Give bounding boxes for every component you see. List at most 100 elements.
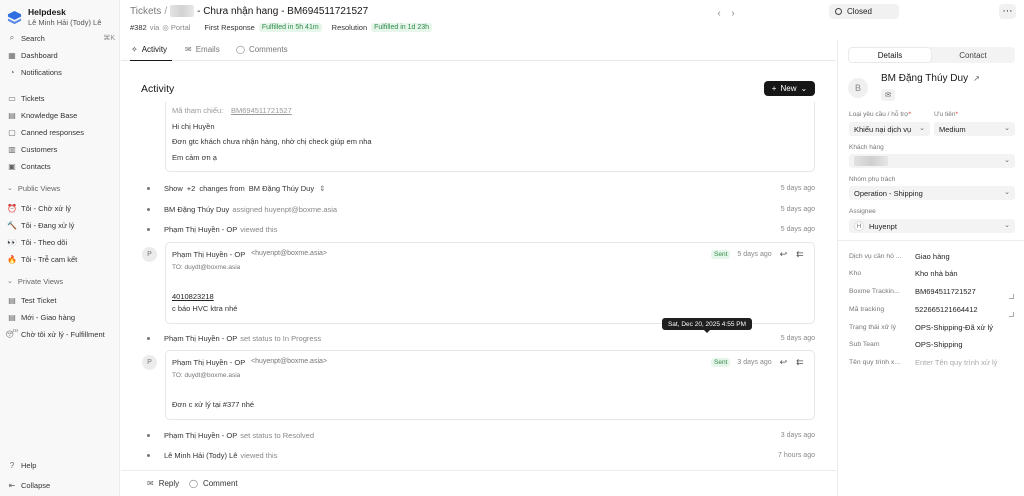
warehouse-field[interactable]: Kho nhà bán (915, 269, 958, 278)
resize-handle-icon[interactable] (1009, 312, 1014, 317)
private-views-toggle[interactable]: ⌄ Private Views (7, 274, 63, 288)
tab-label: Activity (141, 45, 168, 54)
brand[interactable]: Helpdesk Lê Minh Hải (Tody) Lê (7, 7, 101, 28)
reply-button[interactable]: ✉ Reply (147, 479, 179, 488)
reply-all-icon[interactable]: ⇇ (796, 249, 804, 260)
reply-icon[interactable]: ↩ (780, 357, 788, 368)
sidebar-item-knowledge-base[interactable]: ▤ Knowledge Base (7, 108, 115, 122)
request-type-select[interactable]: Khiếu nại dịch vụ ⌄ (849, 122, 930, 136)
view-label: Tôi - Chờ xử lý (21, 203, 71, 213)
email-body: Đơn c xử lý tại #377 nhé (172, 400, 255, 409)
chevron-down-icon: ⌄ (1004, 189, 1010, 196)
helpdesk-logo-icon (7, 10, 22, 25)
view-item[interactable]: 🔥 Tôi - Trễ cam kết (7, 252, 115, 266)
view-item[interactable]: 👀 Tôi - Theo dõi (7, 235, 115, 249)
view-item[interactable]: ▤ Mới - Giao hàng (7, 310, 115, 324)
sub-team-field[interactable]: OPS-Shipping (915, 340, 963, 349)
tab-label: Comments (248, 45, 288, 54)
new-button[interactable]: + New ⌄ (764, 81, 815, 96)
email-contact-icon[interactable]: ✉ (881, 89, 895, 101)
boxme-tracking-field[interactable]: BM694511721527 (915, 287, 976, 296)
sleepy-face-icon: 😴 (5, 329, 19, 339)
ticket-meta: #382 via ◎ Portal First Response Fulfill… (130, 23, 432, 32)
status-dropdown[interactable]: Closed (829, 4, 899, 19)
sidebar-item-notifications[interactable]: ◔ Notifications (7, 65, 115, 79)
view-item[interactable]: ⏰ Tôi - Chờ xử lý (7, 201, 115, 215)
sidebar-item-customers[interactable]: ▥ Customers (7, 142, 115, 156)
sidebar-item-dashboard[interactable]: ▦ Dashboard (7, 48, 115, 62)
assignee-select[interactable]: H Huyenpt ⌄ (849, 219, 1015, 233)
collapse-button[interactable]: ⇤ Collapse (7, 478, 115, 492)
select-value: Huyenpt (869, 221, 897, 231)
tab-details[interactable]: Details (849, 48, 931, 62)
search-icon: ⌕ (9, 33, 15, 42)
event-actor: Lê Minh Hải (Tody) Lê (164, 450, 238, 460)
event-action: set status to Resolved (240, 430, 315, 440)
field-label: Mã tracking (849, 306, 885, 313)
help-button[interactable]: ? Help (7, 458, 115, 472)
event-action: viewed this (240, 224, 278, 234)
reference-code: BM694511721527 (231, 106, 292, 115)
customer-label: Khách hàng (849, 144, 884, 151)
activity-heading: Activity (141, 83, 175, 95)
sidebar-search[interactable]: ⌕ Search ⌘K (7, 31, 115, 45)
previous-ticket-icon[interactable]: ‹ (712, 6, 726, 20)
channel: Portal (170, 23, 191, 32)
mail-icon: ✉ (185, 45, 192, 54)
service-field[interactable]: Giao hàng (915, 252, 950, 261)
customer-select[interactable]: ⌄ (849, 154, 1015, 168)
sidebar-item-canned-responses[interactable]: ▢ Canned responses (7, 125, 115, 139)
reply-all-icon[interactable]: ⇇ (796, 357, 804, 368)
event-time: 3 days ago (780, 431, 815, 439)
activity-event: Lê Minh Hải (Tody) Lê viewed this 7 hour… (147, 449, 815, 461)
email-sender: Phạm Thị Huyền - OP (172, 358, 246, 367)
view-label: Mới - Giao hàng (21, 312, 76, 322)
timeline-dot (147, 433, 150, 437)
team-select[interactable]: Operation - Shipping ⌄ (849, 186, 1015, 200)
view-item[interactable]: ▤ Test Ticket (7, 293, 115, 307)
email-card: Phạm Thị Huyền - OP <huyenpt@boxme.asia>… (165, 350, 815, 420)
email-card: Phạm Thị Huyền - OP <huyenpt@boxme.asia>… (165, 242, 815, 324)
tab-activity[interactable]: ✧ Activity (131, 45, 167, 54)
reply-icon[interactable]: ↩ (780, 249, 788, 260)
next-ticket-icon[interactable]: › (726, 6, 740, 20)
breadcrumb-tickets-link[interactable]: Tickets (130, 6, 161, 17)
chevron-down-icon: ⌄ (7, 278, 13, 285)
email-line: Đơn gtc khách chưa nhận hàng, nhờ chị ch… (172, 137, 372, 146)
field-label: Sub Team (849, 341, 880, 348)
status-label: Closed (847, 7, 872, 16)
view-item[interactable]: 🔨 Tôi - Đang xử lý (7, 218, 115, 232)
comment-button[interactable]: ◯ Comment (189, 479, 238, 488)
show-changes-row[interactable]: Show +2 changes from BM Đặng Thúy Duy ⇕ … (147, 182, 815, 194)
process-name-input[interactable]: Enter Tên quy trình xử lý (915, 358, 997, 367)
active-tab-indicator (130, 60, 172, 61)
external-link-icon[interactable]: ↗ (973, 74, 980, 83)
activity-tabs: ✧ Activity ✉ Emails ◯ Comments (121, 40, 836, 61)
email-actions: Sent 5 days ago ↩ ⇇ (711, 249, 813, 260)
tab-comments[interactable]: ◯ Comments (236, 45, 288, 54)
timeline-dot (147, 207, 150, 211)
priority-select[interactable]: Medium ⌄ (934, 122, 1015, 136)
sidebar-search-label: Search (21, 33, 45, 43)
tab-contact[interactable]: Contact (932, 48, 1014, 62)
timeline-dot (147, 227, 150, 231)
tab-emails[interactable]: ✉ Emails (185, 45, 220, 54)
email-body-link[interactable]: 4010823218 (172, 292, 214, 301)
contact-name[interactable]: BM Đặng Thúy Duy ↗ (881, 73, 980, 84)
view-item[interactable]: 😴 Chờ tôi xử lý - Fulfillment (5, 327, 115, 341)
processing-status-field[interactable]: OPS-Shipping-Đã xử lý (915, 323, 993, 332)
view-label: Tôi - Trễ cam kết (21, 254, 78, 264)
email-actions: Sent 3 days ago ↩ ⇇ (711, 357, 813, 368)
sidebar-item-contacts[interactable]: ▣ Contacts (7, 159, 115, 173)
tracking-code-field[interactable]: 522665121664412 (915, 305, 978, 314)
section-title: Private Views (17, 276, 64, 286)
plus-icon: + (771, 84, 777, 93)
chevron-down-icon: ⌄ (800, 84, 808, 93)
more-options-icon[interactable]: ⋯ (999, 4, 1016, 19)
email-sender: Phạm Thị Huyền - OP (172, 250, 246, 259)
public-views-toggle[interactable]: ⌄ Public Views (7, 181, 60, 195)
search-shortcut: ⌘K (103, 35, 115, 42)
event-action: assigned huyenpt@boxme.asia (232, 204, 338, 214)
resize-handle-icon[interactable] (1009, 294, 1014, 299)
sidebar-item-tickets[interactable]: ▭ Tickets (7, 91, 115, 105)
